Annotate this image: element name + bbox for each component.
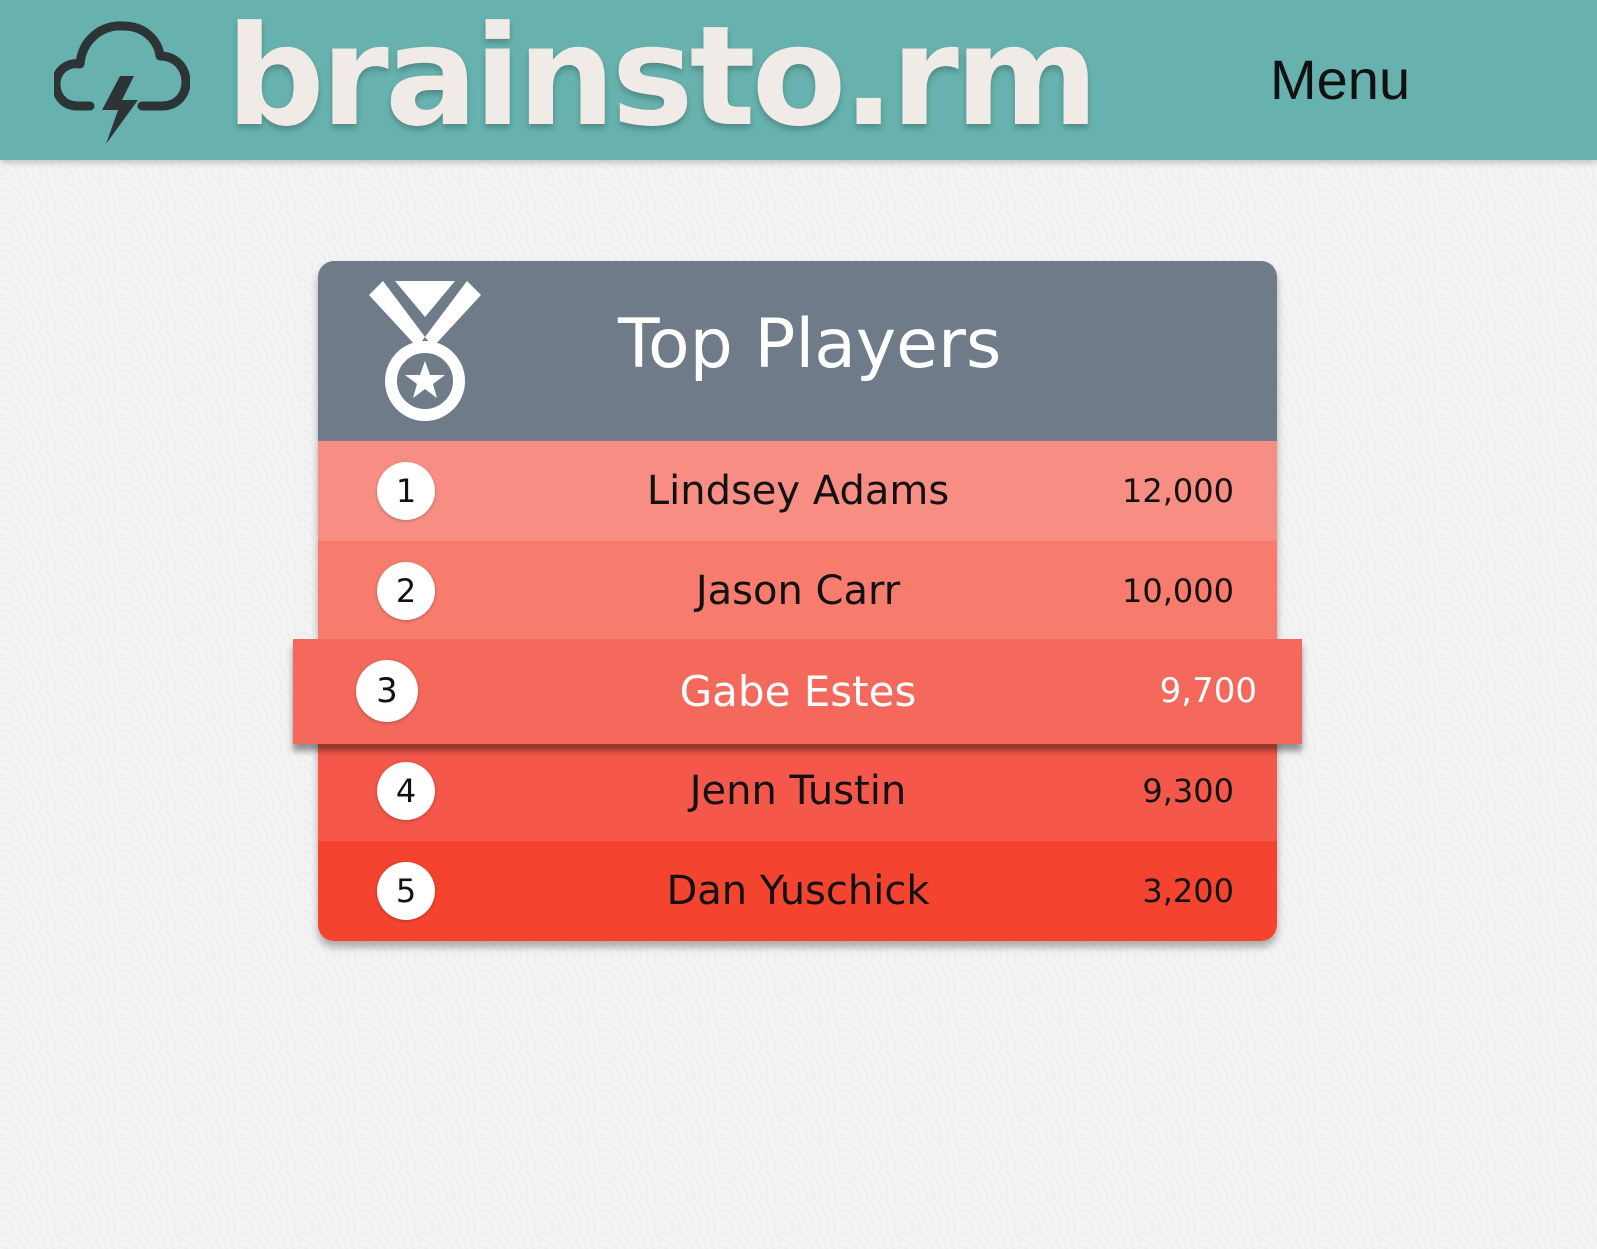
player-name: Gabe Estes: [679, 667, 917, 716]
player-score: 9,300: [1142, 772, 1234, 810]
player-name: Jason Carr: [695, 568, 901, 614]
player-name: Jenn Tustin: [689, 768, 907, 814]
leaderboard-row[interactable]: 1 Lindsey Adams 12,000: [318, 441, 1277, 541]
rank-badge: 2: [377, 562, 435, 620]
player-score: 9,700: [1159, 671, 1257, 711]
rank-badge: 4: [377, 762, 435, 820]
player-score: 12,000: [1122, 472, 1234, 510]
storm-cloud-icon[interactable]: [51, 14, 191, 146]
leaderboard-row-highlighted[interactable]: 3 Gabe Estes 9,700: [293, 639, 1302, 744]
player-name: Dan Yuschick: [666, 868, 930, 914]
brand-logo-text[interactable]: brainsto.rm: [226, 2, 1099, 152]
player-score: 3,200: [1142, 872, 1234, 910]
card-title: Top Players: [618, 305, 1002, 384]
top-header: brainsto.rm Menu: [0, 0, 1597, 160]
card-header: Top Players: [318, 261, 1277, 441]
player-name: Lindsey Adams: [646, 468, 950, 514]
leaderboard-row[interactable]: 2 Jason Carr 10,000: [318, 541, 1277, 641]
rank-badge: 1: [377, 462, 435, 520]
rank-badge: 5: [377, 862, 435, 920]
player-score: 10,000: [1122, 572, 1234, 610]
leaderboard-row[interactable]: 4 Jenn Tustin 9,300: [318, 741, 1277, 841]
medal-icon: [369, 281, 481, 427]
leaderboard-row[interactable]: 5 Dan Yuschick 3,200: [318, 841, 1277, 941]
menu-button[interactable]: Menu: [1270, 44, 1440, 116]
top-players-card: Top Players 1 Lindsey Adams 12,000 2 Jas…: [293, 261, 1302, 941]
rank-badge: 3: [356, 660, 418, 722]
